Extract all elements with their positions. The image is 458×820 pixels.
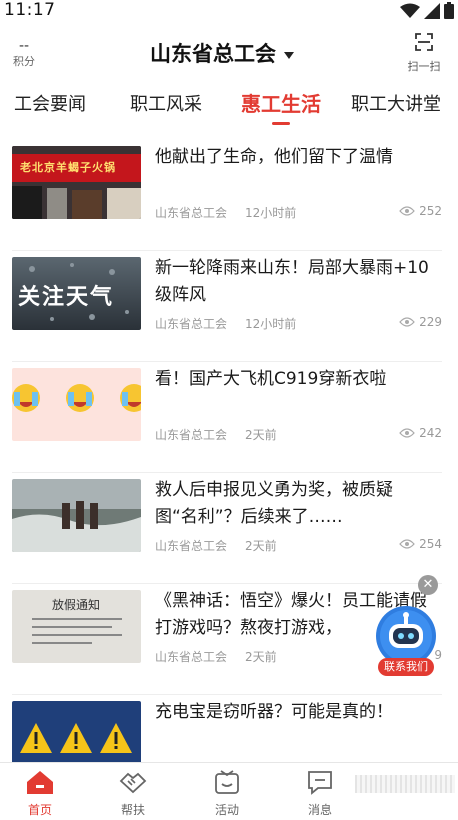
news-meta: 山东省总工会 2天前 — [155, 537, 277, 554]
signal-icon — [424, 2, 440, 19]
org-selector[interactable]: 山东省总工会 — [150, 38, 294, 68]
points-button[interactable]: -- 积分 — [8, 38, 40, 70]
news-time: 2天前 — [245, 539, 277, 553]
view-count-value: 229 — [419, 315, 442, 329]
news-source: 山东省总工会 — [155, 650, 228, 664]
thumbnail-caption: 放假通知 — [52, 598, 101, 612]
message-icon — [308, 771, 332, 795]
category-tabs: 工会要闻 职工风采 惠工生活 职工大讲堂 — [0, 84, 458, 128]
page-title: 山东省总工会 — [150, 42, 276, 66]
news-time: 2天前 — [245, 650, 277, 664]
view-count-value: 254 — [419, 537, 442, 551]
news-meta: 山东省总工会 12小时前 — [155, 315, 296, 332]
status-time: 11:17 — [4, 0, 56, 20]
news-item[interactable]: 救人后申报见义勇为奖，被质疑图“名利”？后续来了…… 山东省总工会 2天前 25… — [0, 473, 458, 584]
news-thumbnail — [12, 368, 141, 441]
view-count: 229 — [399, 315, 442, 329]
scan-label: 扫一扫 — [407, 60, 441, 73]
activity-icon — [215, 770, 239, 794]
nav-messages[interactable]: 消息 — [290, 769, 350, 818]
view-count: 254 — [399, 537, 442, 551]
nav-home[interactable]: 首页 — [10, 769, 70, 818]
news-item[interactable]: 老北京羊蝎子火锅 他献出了生命，他们留下了温情 山东省总工会 12小时前 252 — [0, 140, 458, 251]
news-item[interactable]: 关注天气 新一轮降雨来山东！局部大暴雨+10级阵风 山东省总工会 12小时前 2… — [0, 251, 458, 362]
news-source: 山东省总工会 — [155, 206, 228, 220]
points-label: 积分 — [13, 55, 35, 68]
news-title: 充电宝是窃听器？可能是真的！ — [155, 702, 393, 722]
home-icon — [27, 771, 53, 794]
tab-worker-style[interactable]: 职工风采 — [130, 90, 202, 116]
scan-icon — [415, 33, 433, 51]
close-icon[interactable]: ✕ — [418, 575, 438, 595]
news-time: 2天前 — [245, 428, 277, 442]
status-bar: 11:17 — [0, 0, 458, 24]
caret-down-icon — [284, 51, 294, 59]
nav-assist-label: 帮扶 — [120, 803, 145, 817]
news-title: 看！国产大飞机C919穿新衣啦 — [155, 369, 387, 389]
news-thumbnail — [12, 701, 141, 771]
eye-icon — [399, 317, 415, 327]
news-meta: 山东省总工会 2天前 — [155, 426, 277, 443]
nav-messages-label: 消息 — [307, 803, 332, 817]
thumbnail-text-lines — [32, 618, 122, 644]
nav-activity[interactable]: 活动 — [197, 769, 257, 818]
points-value: -- — [18, 38, 30, 54]
tab-benefit-life[interactable]: 惠工生活 — [241, 88, 321, 117]
eye-icon — [399, 539, 415, 549]
robot-icon — [376, 606, 436, 666]
view-count: 252 — [399, 204, 442, 218]
view-count: 242 — [399, 426, 442, 440]
scan-button[interactable]: 扫一扫 — [406, 32, 442, 74]
view-count-value: 242 — [419, 426, 442, 440]
battery-icon — [444, 2, 454, 19]
active-tab-indicator — [272, 122, 290, 125]
news-source: 山东省总工会 — [155, 317, 228, 331]
news-item[interactable]: 看！国产大飞机C919穿新衣啦 山东省总工会 2天前 242 — [0, 362, 458, 473]
news-title: 新一轮降雨来山东！局部大暴雨+10级阵风 — [155, 258, 429, 305]
app-header: -- 积分 山东省总工会 扫一扫 — [0, 24, 458, 80]
blurred-overlay — [355, 775, 455, 793]
thumbnail-caption: 老北京羊蝎子火锅 — [20, 161, 116, 174]
tab-worker-lecture[interactable]: 职工大讲堂 — [351, 90, 441, 116]
status-icons — [400, 2, 454, 19]
contact-us-label: 联系我们 — [378, 658, 434, 676]
news-meta: 山东省总工会 12小时前 — [155, 204, 296, 221]
news-time: 12小时前 — [245, 206, 297, 220]
thumbnail-caption: 关注天气 — [18, 285, 115, 310]
nav-activity-label: 活动 — [214, 803, 239, 817]
nav-home-label: 首页 — [27, 803, 52, 817]
news-thumbnail: 放假通知 — [12, 590, 141, 663]
view-count-value: 252 — [419, 204, 442, 218]
bottom-nav: 首页 帮扶 活动 消息 — [0, 762, 458, 820]
tab-union-news[interactable]: 工会要闻 — [14, 90, 86, 116]
news-source: 山东省总工会 — [155, 539, 228, 553]
eye-icon — [399, 206, 415, 216]
news-source: 山东省总工会 — [155, 428, 228, 442]
news-thumbnail: 老北京羊蝎子火锅 — [12, 146, 141, 219]
news-meta: 山东省总工会 2天前 — [155, 648, 277, 665]
contact-us-button[interactable]: 联系我们 — [372, 606, 440, 680]
news-thumbnail: 关注天气 — [12, 257, 141, 330]
handshake-icon — [119, 772, 147, 794]
wifi-icon — [400, 3, 420, 18]
nav-assist[interactable]: 帮扶 — [103, 769, 163, 818]
news-thumbnail — [12, 479, 141, 552]
news-title: 他献出了生命，他们留下了温情 — [155, 147, 393, 167]
news-title: 救人后申报见义勇为奖，被质疑图“名利”？后续来了…… — [155, 480, 393, 527]
eye-icon — [399, 428, 415, 438]
news-time: 12小时前 — [245, 317, 297, 331]
